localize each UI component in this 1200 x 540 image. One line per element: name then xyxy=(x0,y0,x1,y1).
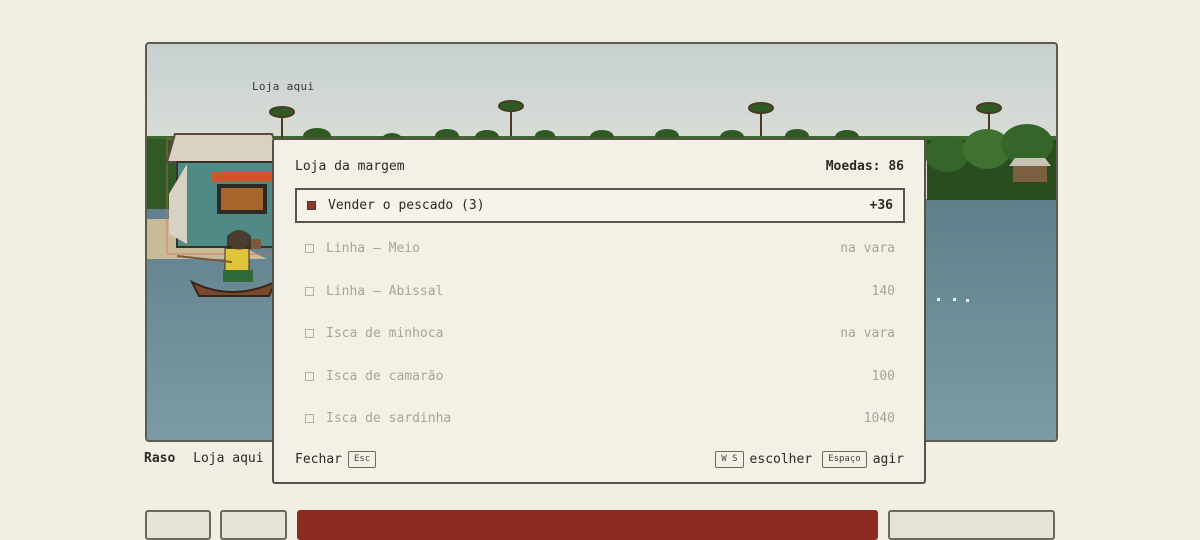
primary-action-button[interactable] xyxy=(297,510,878,540)
item-name: Isca de camarão xyxy=(326,369,444,384)
close-label: Fechar xyxy=(295,452,342,467)
item-name: Linha — Abissal xyxy=(326,284,444,299)
close-button[interactable]: Fechar xyxy=(295,452,342,467)
shop-dialog: Loja da margem Moedas: 86 Vender o pesca… xyxy=(272,138,926,484)
choose-hint: escolher xyxy=(749,452,813,467)
unselected-marker-icon xyxy=(305,414,314,423)
shop-item-bait-sardine[interactable]: Isca de sardinha 1040 xyxy=(295,401,905,436)
status-hint: Loja aqui xyxy=(193,451,264,466)
unselected-marker-icon xyxy=(305,244,314,253)
item-name: Linha — Meio xyxy=(326,241,420,256)
item-name: Vender o pescado (3) xyxy=(328,198,485,213)
shop-item-bait-shrimp[interactable]: Isca de camarão 100 xyxy=(295,359,905,394)
shop-hut xyxy=(165,133,284,255)
shop-floating-label: Loja aqui xyxy=(252,80,315,93)
ws-key-hint: W S xyxy=(715,451,744,468)
shop-item-bait-worm[interactable]: Isca de minhoca na vara xyxy=(295,316,905,351)
space-key-hint: Espaço xyxy=(822,451,867,468)
selection-marker-icon xyxy=(307,201,316,210)
zone-label: Raso xyxy=(144,451,176,466)
shop-item-line-mid[interactable]: Linha — Meio na vara xyxy=(295,231,905,266)
coins-counter: Moedas: 86 xyxy=(825,159,904,174)
item-value: +36 xyxy=(869,198,893,213)
item-value: 140 xyxy=(871,284,895,299)
item-value: 1040 xyxy=(863,411,895,426)
shop-footer: Fechar Esc W S escolher Espaço agir xyxy=(295,451,904,468)
unselected-marker-icon xyxy=(305,287,314,296)
item-name: Isca de sardinha xyxy=(326,411,452,426)
item-value: na vara xyxy=(840,326,895,341)
item-value: na vara xyxy=(840,241,895,256)
shop-item-sell-catch[interactable]: Vender o pescado (3) +36 xyxy=(295,188,905,223)
shop-item-line-abyssal[interactable]: Linha — Abissal 140 xyxy=(295,274,905,309)
unselected-marker-icon xyxy=(305,329,314,338)
item-value: 100 xyxy=(871,369,895,384)
toolbar-button-2[interactable] xyxy=(220,510,287,540)
toolbar-button-1[interactable] xyxy=(145,510,211,540)
toolbar-button-3[interactable] xyxy=(888,510,1055,540)
shop-title: Loja da margem xyxy=(295,159,405,174)
status-bar: Raso Loja aqui xyxy=(144,451,264,466)
unselected-marker-icon xyxy=(305,372,314,381)
act-hint: agir xyxy=(872,452,904,467)
esc-key-hint: Esc xyxy=(347,451,377,468)
item-name: Isca de minhoca xyxy=(326,326,444,341)
